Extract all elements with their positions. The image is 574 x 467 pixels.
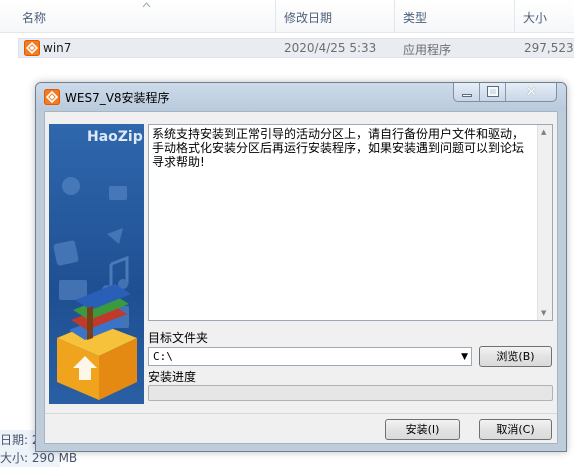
file-modified-date: 2020/4/25 5:33: [284, 41, 377, 55]
close-icon: ✕: [526, 85, 537, 100]
install-message: 系统支持安装到正常引导的活动分区上，请自行备份用户文件和驱动，手动格式化安装分区…: [152, 127, 525, 169]
install-progress-bar: [148, 385, 553, 401]
haozip-app-icon: [44, 89, 60, 105]
scroll-up-icon[interactable]: ▲: [541, 128, 546, 136]
banner-artwork: [53, 177, 137, 400]
button-divider: [45, 413, 557, 414]
sort-ascending-icon: [142, 2, 151, 8]
cancel-button[interactable]: 取消(C): [479, 419, 552, 440]
banner-brand-text: HaoZip: [87, 129, 143, 145]
column-divider[interactable]: [394, 0, 395, 33]
file-size: 297,523: [524, 41, 574, 55]
haozip-banner: HaoZip: [49, 124, 144, 404]
chevron-down-icon[interactable]: ▼: [461, 352, 468, 362]
details-date: 日期: 2: [0, 433, 40, 447]
window-title: WES7_V8安装程序: [65, 91, 170, 105]
column-divider[interactable]: [275, 0, 276, 33]
column-divider[interactable]: [514, 0, 515, 33]
haozip-app-icon: [24, 40, 40, 56]
message-scrollbar[interactable]: ▲ ▼: [537, 125, 552, 320]
target-folder-combobox[interactable]: C:\ ▼: [148, 347, 472, 366]
caption-buttons: ✕: [453, 83, 557, 102]
message-textbox[interactable]: 系统支持安装到正常引导的活动分区上，请自行备份用户文件和驱动，手动格式化安装分区…: [148, 124, 553, 321]
column-header-name[interactable]: 名称: [22, 9, 46, 26]
minimize-icon: [462, 94, 472, 97]
install-button[interactable]: 安装(I): [385, 419, 460, 440]
minimize-button[interactable]: [454, 83, 480, 101]
target-folder-label: 目标文件夹: [148, 331, 209, 345]
title-bar[interactable]: WES7_V8安装程序 ✕: [36, 83, 566, 111]
column-header-type[interactable]: 类型: [403, 9, 427, 26]
close-button[interactable]: ✕: [506, 83, 556, 101]
installer-client-area: HaoZip 系统支持安装到正常引导的活动分区上，请自行备份用户文件和驱动，手动…: [44, 111, 558, 444]
browse-button[interactable]: 浏览(B): [479, 346, 552, 367]
column-header-bar: 名称 修改日期 类型 大小: [0, 0, 574, 33]
installer-window: WES7_V8安装程序 ✕ HaoZip 系统支持安装到正常引导的活动分区上，请…: [35, 82, 567, 452]
file-name: win7: [43, 41, 72, 55]
column-header-size[interactable]: 大小: [523, 9, 547, 26]
file-type: 应用程序: [403, 43, 452, 57]
file-row[interactable]: win7 2020/4/25 5:33 应用程序 297,523: [18, 38, 574, 58]
target-folder-value: C:\: [153, 350, 173, 363]
maximize-button[interactable]: [480, 83, 506, 101]
column-header-modified[interactable]: 修改日期: [284, 9, 332, 26]
progress-label: 安装进度: [148, 370, 197, 384]
maximize-icon: [487, 86, 499, 97]
scroll-down-icon[interactable]: ▼: [541, 309, 546, 317]
